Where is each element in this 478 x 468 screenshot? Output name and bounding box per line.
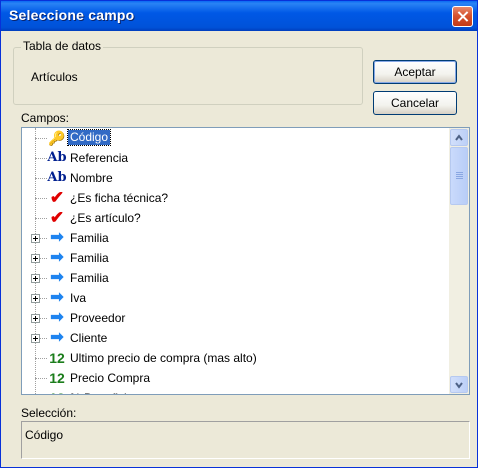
boolean-check-icon: ✔ (49, 188, 65, 207)
relation-arrow-icon: ➡ (50, 249, 64, 266)
scroll-down-button[interactable] (450, 376, 468, 393)
tree-item[interactable]: Ab Nombre (22, 168, 449, 188)
dialog-window: Seleccione campo Tabla de datos Artículo… (0, 0, 478, 468)
tree-item-label: Familia (70, 251, 109, 265)
tree-item[interactable]: 12 Precio Compra (22, 368, 449, 388)
relation-arrow-icon: ➡ (50, 309, 64, 326)
tree-item[interactable]: ✔ ¿Es ficha técnica? (22, 188, 449, 208)
boolean-check-icon: ✔ (49, 208, 65, 227)
vertical-scrollbar[interactable] (449, 128, 469, 394)
tree-item[interactable]: 12% Beneficio (22, 388, 449, 394)
expand-plus-icon[interactable] (31, 274, 40, 283)
data-table-value: Artículos (31, 70, 78, 84)
grip-line (456, 178, 463, 179)
tree-item-label: Nombre (70, 171, 113, 185)
tree-item-label: Familia (70, 231, 109, 245)
tree-connector (35, 358, 47, 359)
tree-item-label: Referencia (70, 151, 129, 165)
tree-item-label: Precio Compra (70, 371, 151, 385)
tree-connector (35, 178, 47, 179)
chevron-down-icon (455, 382, 463, 389)
fields-label: Campos: (21, 111, 70, 125)
selection-value: Código (25, 428, 64, 442)
tree-item[interactable]: ✔ ¿Es artículo? (22, 208, 449, 228)
grip-line (456, 174, 463, 175)
tree-connector (35, 378, 47, 379)
expand-plus-icon[interactable] (31, 314, 40, 323)
tree-item-label: Iva (70, 291, 87, 305)
tree-connector (35, 198, 47, 199)
scroll-thumb[interactable] (450, 147, 468, 205)
tree-connector (35, 158, 47, 159)
numeric-field-icon: 12 (49, 350, 65, 366)
expand-plus-icon[interactable] (31, 294, 40, 303)
expand-plus-icon[interactable] (31, 334, 40, 343)
tree-item[interactable]: ➡ Familia (22, 268, 449, 288)
text-field-icon: Ab (47, 150, 67, 165)
cancel-button[interactable]: Cancelar (373, 91, 457, 115)
close-icon[interactable] (452, 6, 473, 27)
tree-item[interactable]: Ab Referencia (22, 148, 449, 168)
scroll-up-button[interactable] (450, 129, 468, 146)
tree-item-label: Código (66, 129, 112, 146)
relation-arrow-icon: ➡ (50, 269, 64, 286)
tree-item-label: % Beneficio (70, 391, 133, 394)
fields-tree[interactable]: 🔑 Código Ab Referencia Ab Nombre ✔ ¿Es ficha té… (21, 127, 470, 395)
relation-arrow-icon: ➡ (50, 289, 64, 306)
title-bar[interactable]: Seleccione campo (1, 1, 477, 31)
tree-connector (35, 218, 47, 219)
numeric-field-icon: 12 (47, 389, 67, 394)
tree-item[interactable]: ➡ Cliente (22, 328, 449, 348)
selection-box: Código (21, 421, 470, 459)
tree-item[interactable]: ➡ Proveedor (22, 308, 449, 328)
key-icon: 🔑 (48, 130, 66, 146)
expand-plus-icon[interactable] (31, 234, 40, 243)
text-field-icon: Ab (47, 170, 67, 185)
tree-item[interactable]: ➡ Iva (22, 288, 449, 308)
grip-line (456, 176, 463, 177)
expand-plus-icon[interactable] (31, 254, 40, 263)
tree-item-label: Cliente (70, 331, 108, 345)
tree-item-label: Familia (70, 271, 109, 285)
tree-item[interactable]: ➡ Familia (22, 248, 449, 268)
data-table-legend: Tabla de datos (21, 39, 104, 53)
tree-connector (35, 138, 47, 139)
tree-item-label: ¿Es ficha técnica? (70, 191, 169, 205)
relation-arrow-icon: ➡ (50, 329, 64, 346)
tree-item[interactable]: 🔑 Código (22, 128, 449, 148)
tree-item[interactable]: 12 Ultimo precio de compra (mas alto) (22, 348, 449, 368)
tree-item-label: Ultimo precio de compra (mas alto) (70, 351, 257, 365)
accept-button[interactable]: Aceptar (373, 60, 457, 84)
window-title: Seleccione campo (9, 7, 135, 23)
tree-item-label: Proveedor (70, 311, 126, 325)
grip-line (456, 172, 463, 173)
relation-arrow-icon: ➡ (50, 229, 64, 246)
tree-item[interactable]: ➡ Familia (22, 228, 449, 248)
chevron-up-icon (455, 134, 463, 141)
numeric-field-icon: 12 (49, 370, 65, 386)
tree-item-label: ¿Es artículo? (70, 211, 141, 225)
selection-label: Selección: (21, 406, 77, 420)
